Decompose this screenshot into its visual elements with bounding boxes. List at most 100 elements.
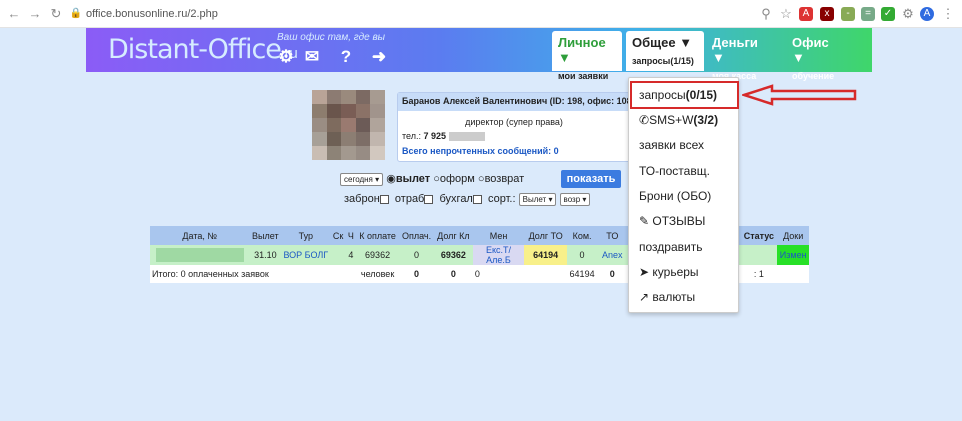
column-header[interactable]: Долг Кл xyxy=(433,226,473,245)
column-header[interactable]: Вылет xyxy=(249,226,282,245)
period-value: сегодня xyxy=(344,175,373,184)
site-slogan: Ваш офис там, где вы xyxy=(277,32,386,43)
extension-icon[interactable]: x xyxy=(820,7,834,21)
reload-icon[interactable]: ↻ xyxy=(48,6,64,22)
cell-tour[interactable]: ВОР БОЛГ xyxy=(281,245,331,265)
gear-icon[interactable]: ⚙ xyxy=(276,48,296,66)
caret-down-icon: ▼ xyxy=(792,50,805,65)
totals-value: 0 xyxy=(596,265,628,283)
profile-card: Баранов Алексей Валентинович (ID: 198, о… xyxy=(397,92,631,162)
extension-icon[interactable]: = xyxy=(861,7,875,21)
thumbs-up-icon: ✎ xyxy=(639,214,650,228)
cell-status xyxy=(740,245,778,265)
edit-link[interactable]: Измен xyxy=(777,245,809,265)
caret-down-icon: ▼ xyxy=(712,50,725,65)
column-header[interactable]: Ск xyxy=(330,226,346,245)
phone-icon: ✆ xyxy=(639,113,650,127)
cell-manager[interactable]: Екс.Т/Але.Б xyxy=(472,245,525,265)
column-header[interactable]: Ком. xyxy=(567,226,597,245)
menu-item-requests[interactable]: запросы(0/15) xyxy=(639,88,717,102)
tab-general[interactable]: Общее ▼ запросы(1/15) xyxy=(626,31,704,71)
radio-label: вылет xyxy=(395,173,431,185)
runner-icon: ➤ xyxy=(639,265,650,279)
menu-item-sms[interactable]: ✆SMS+W(3/2) xyxy=(639,113,718,127)
address-bar[interactable]: office.bonusonline.ru/2.php xyxy=(86,8,218,20)
sort-direction-value: возр xyxy=(563,195,581,204)
tab-office[interactable]: Офис ▼ обучение xyxy=(786,31,846,81)
zoom-icon[interactable]: ⚲ xyxy=(758,6,774,22)
radio-label: оформ xyxy=(439,173,475,185)
menu-item-couriers[interactable]: ➤ курьеры xyxy=(639,265,699,279)
menu-item-count: (0/15) xyxy=(685,88,718,102)
menu-item-reviews[interactable]: ✎ ОТЗЫВЫ xyxy=(639,214,705,228)
tab-title: Деньги xyxy=(712,35,758,50)
extension-icon[interactable]: - xyxy=(841,7,855,21)
logout-icon[interactable]: ➜ xyxy=(369,48,389,66)
extensions-puzzle-icon[interactable]: ⚙ xyxy=(900,6,916,22)
menu-item-label: SMS+W xyxy=(649,113,694,127)
column-header[interactable]: К оплате xyxy=(356,226,400,245)
caret-down-icon: ▼ xyxy=(558,50,571,65)
menu-item-label: курьеры xyxy=(652,265,699,279)
menu-item-label: запросы xyxy=(639,88,686,102)
show-button[interactable]: показать xyxy=(561,170,621,188)
menu-kebab-icon[interactable]: ⋮ xyxy=(940,6,956,22)
phone-number: 7 925 xyxy=(423,131,447,141)
phone-redacted xyxy=(448,132,485,142)
help-icon[interactable]: ? xyxy=(336,48,356,66)
sent-checkbox[interactable] xyxy=(424,194,434,204)
column-header[interactable]: Оплач. xyxy=(399,226,434,245)
column-header[interactable]: Дата, № xyxy=(150,226,250,245)
booked-checkbox[interactable] xyxy=(379,194,389,204)
cell-date[interactable] xyxy=(150,245,250,265)
forward-icon[interactable]: → xyxy=(27,6,43,22)
chevron-down-icon: ▾ xyxy=(582,195,587,204)
pdf-extension-icon[interactable]: A xyxy=(799,7,813,21)
column-header[interactable]: Долг ТО xyxy=(524,226,568,245)
chevron-down-icon: ▾ xyxy=(375,175,380,184)
cell-operator-debt: 64194 xyxy=(524,245,568,265)
radio-label: возврат xyxy=(484,173,525,185)
column-header[interactable]: ТО xyxy=(596,226,628,245)
column-header[interactable]: Тур xyxy=(281,226,331,245)
column-header[interactable]: Доки xyxy=(777,226,809,245)
chat-icon[interactable]: ✉ xyxy=(302,48,322,66)
column-header[interactable]: Мен xyxy=(472,226,525,245)
column-header[interactable]: Статус xyxy=(740,226,778,245)
menu-item-suppliers[interactable]: ТО-поставщ. xyxy=(639,164,710,178)
menu-item-congratulate[interactable]: поздравить xyxy=(639,240,702,254)
menu-item-currencies[interactable]: ↗ валюты xyxy=(639,290,695,304)
column-header[interactable]: Ч xyxy=(345,226,357,245)
lock-icon: 🔒 xyxy=(69,8,83,19)
tab-personal[interactable]: Личное ▼ мои заявки xyxy=(552,31,622,81)
chart-icon: ↗ xyxy=(639,290,650,304)
radio-departure[interactable]: ◉вылет xyxy=(386,173,430,185)
bookmark-star-icon[interactable]: ☆ xyxy=(778,6,794,22)
browser-toolbar: ← → ↻ 🔒 office.bonusonline.ru/2.php ⚲ ☆ … xyxy=(0,0,962,28)
site-logo[interactable]: Distant-Office.ru xyxy=(108,34,298,65)
avatar xyxy=(312,90,385,160)
menu-item-count: (3/2) xyxy=(693,113,719,127)
radio-return[interactable]: ○возврат xyxy=(478,173,524,185)
profile-avatar[interactable]: A xyxy=(920,7,934,21)
radio-checked-icon: ◉ xyxy=(386,173,396,185)
sort-direction-select[interactable]: возр ▾ xyxy=(559,193,591,206)
back-icon[interactable]: ← xyxy=(6,6,22,22)
sort-label: сорт.: xyxy=(487,193,516,205)
chevron-down-icon: ▾ xyxy=(548,195,553,204)
checkbox-label: бухгал xyxy=(439,193,473,205)
cell-to-pay: 69362 xyxy=(356,245,400,265)
sort-field-select[interactable]: Вылет ▾ xyxy=(518,193,557,206)
tab-money[interactable]: Деньги ▼ моя касса xyxy=(706,31,780,81)
radio-booking[interactable]: ○оформ xyxy=(433,173,475,185)
cell-operator[interactable]: Anex xyxy=(596,245,628,265)
date-redacted xyxy=(155,248,244,262)
totals-value: 0 xyxy=(399,265,434,283)
unread-messages-link[interactable]: Всего непрочтенных сообщений: 0 xyxy=(402,146,630,156)
period-select[interactable]: сегодня ▾ xyxy=(340,173,384,186)
extension-icon[interactable]: ✓ xyxy=(881,7,895,21)
menu-item-bookings[interactable]: Брони (ОБО) xyxy=(639,189,711,203)
arrow-shape xyxy=(742,84,857,106)
menu-item-all-orders[interactable]: заявки всех xyxy=(639,138,704,152)
accounting-checkbox[interactable] xyxy=(472,194,482,204)
